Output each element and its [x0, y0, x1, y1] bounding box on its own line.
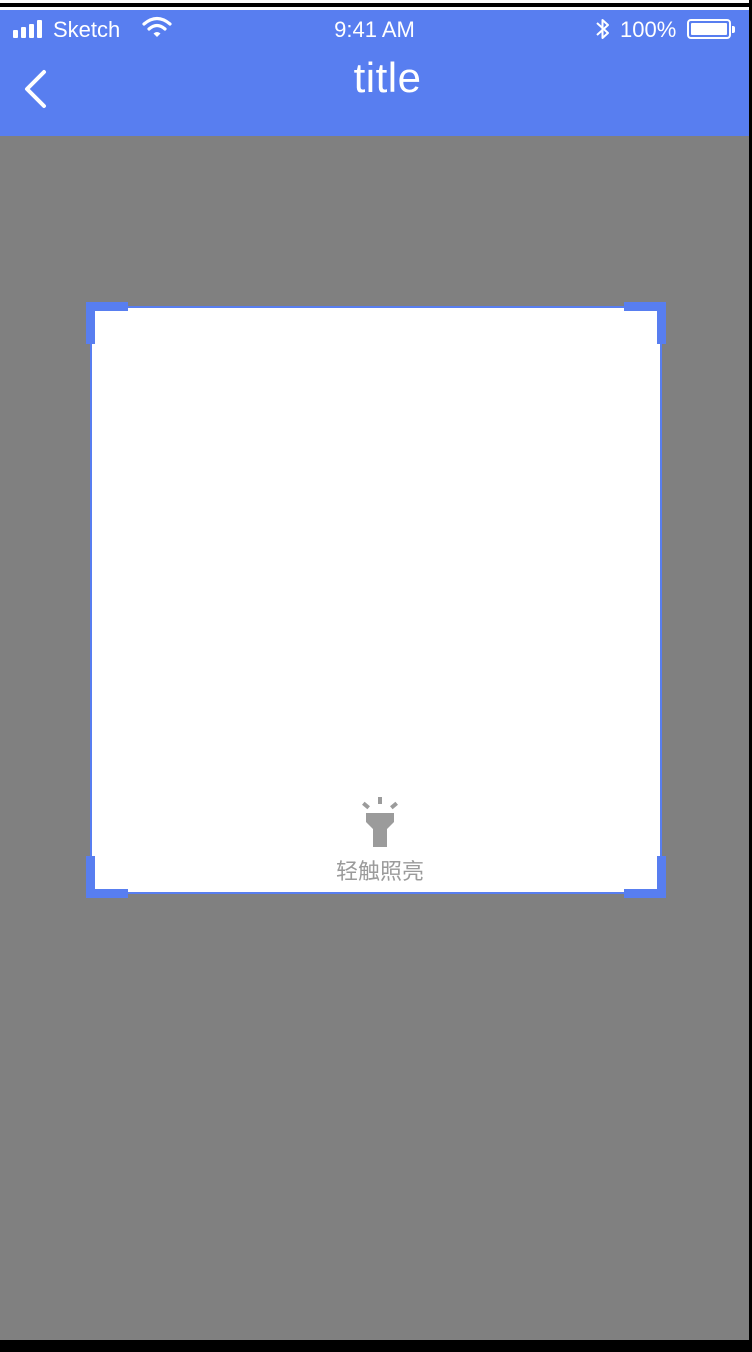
scan-corner-top-left	[86, 302, 128, 344]
page-title: title	[353, 54, 422, 101]
flashlight-label: 轻触照亮	[335, 860, 424, 885]
battery-percentage: 100%	[620, 17, 677, 42]
top-edge	[0, 0, 749, 10]
status-bar: Sketch 9:41 AM 100%	[0, 10, 749, 50]
scan-corner-bottom-left	[86, 856, 128, 898]
flashlight-toggle[interactable]: 轻触照亮	[316, 796, 444, 888]
scan-corner-bottom-right	[624, 856, 666, 898]
flashlight-icon	[362, 797, 398, 847]
screen: Sketch 9:41 AM 100% title 轻触照亮	[0, 0, 749, 1340]
battery-icon	[687, 19, 735, 39]
scan-corner-top-right	[624, 302, 666, 344]
bluetooth-icon	[594, 16, 612, 48]
navigation-bar: title	[0, 50, 749, 136]
app-header: Sketch 9:41 AM 100% title	[0, 10, 749, 136]
